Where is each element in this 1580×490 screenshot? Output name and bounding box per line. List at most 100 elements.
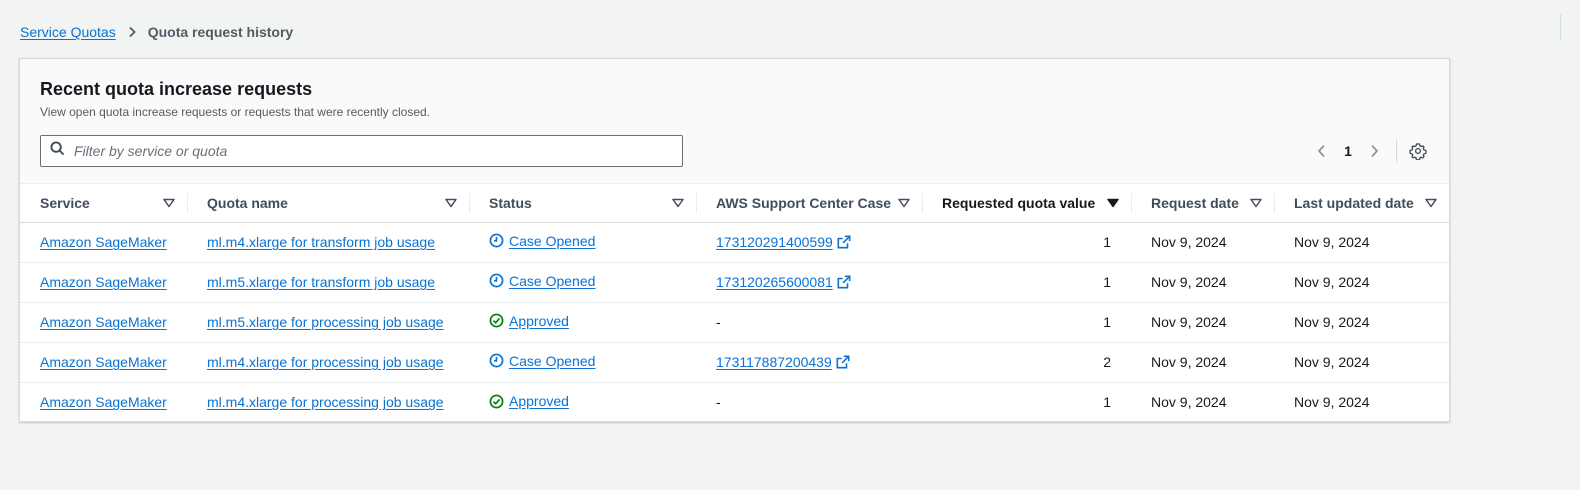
table-row: Amazon SageMaker ml.m5.xlarge for transfo…: [20, 261, 1449, 302]
cell-last-updated: Nov 9, 2024: [1274, 381, 1449, 422]
cell-quota-name: ml.m4.xlarge for transform job usage: [187, 222, 469, 262]
next-page-button[interactable]: [1362, 139, 1386, 163]
pagination: 1: [1310, 139, 1386, 163]
quota-name-link[interactable]: ml.m4.xlarge for processing job usage: [207, 354, 444, 370]
support-case-link[interactable]: 173120291400599: [716, 234, 833, 250]
support-case-empty: -: [716, 394, 721, 411]
external-link-icon[interactable]: [837, 235, 851, 249]
pager-divider: [1396, 139, 1397, 163]
sort-icon: [163, 198, 175, 207]
quota-name-link[interactable]: ml.m5.xlarge for transform job usage: [207, 274, 435, 290]
search-icon: [50, 141, 65, 161]
cell-service: Amazon SageMaker: [20, 261, 187, 302]
external-link-icon[interactable]: [836, 355, 850, 369]
request-date: Nov 9, 2024: [1151, 274, 1227, 290]
service-link[interactable]: Amazon SageMaker: [40, 314, 167, 330]
settings-gear-icon[interactable]: [1406, 139, 1430, 163]
cell-quota-name: ml.m5.xlarge for processing job usage: [187, 301, 469, 342]
last-updated-date: Nov 9, 2024: [1294, 234, 1370, 250]
service-link[interactable]: Amazon SageMaker: [40, 274, 167, 290]
status-link[interactable]: Case Opened: [509, 273, 595, 289]
column-header-requested-value[interactable]: Requested quota value: [922, 184, 1131, 223]
request-date: Nov 9, 2024: [1151, 394, 1227, 411]
table-row: Amazon SageMaker ml.m4.xlarge for process…: [20, 341, 1449, 382]
clock-icon: [489, 273, 504, 288]
cell-last-updated: Nov 9, 2024: [1274, 261, 1449, 302]
status-link[interactable]: Case Opened: [509, 233, 595, 249]
column-header-request-date[interactable]: Request date: [1131, 184, 1274, 223]
cell-request-date: Nov 9, 2024: [1131, 341, 1274, 382]
right-edge-divider: [1560, 14, 1561, 40]
cell-request-date: Nov 9, 2024: [1131, 381, 1274, 422]
cell-service: Amazon SageMaker: [20, 222, 187, 262]
sort-icon: [445, 198, 457, 207]
request-date: Nov 9, 2024: [1151, 354, 1227, 370]
search-input[interactable]: [74, 137, 682, 165]
panel-description: View open quota increase requests or req…: [40, 105, 430, 119]
status-link[interactable]: Approved: [509, 313, 569, 329]
cell-requested-value: 1: [922, 222, 1131, 262]
column-header-last-updated[interactable]: Last updated date: [1274, 184, 1449, 223]
cell-status: Case Opened: [469, 222, 696, 262]
table-row: Amazon SageMaker ml.m4.xlarge for process…: [20, 381, 1449, 422]
requested-value: 1: [1103, 234, 1111, 250]
service-link[interactable]: Amazon SageMaker: [40, 234, 167, 250]
page-number[interactable]: 1: [1334, 143, 1362, 159]
search-box: [40, 135, 683, 167]
requested-value: 1: [1103, 274, 1111, 290]
table-header-row: Service Quota name Status AWS Support Ce…: [20, 184, 1449, 223]
cell-requested-value: 1: [922, 381, 1131, 422]
previous-page-button[interactable]: [1310, 139, 1334, 163]
quota-name-link[interactable]: ml.m4.xlarge for processing job usage: [207, 394, 444, 410]
sort-icon: [898, 198, 910, 207]
column-header-support-case[interactable]: AWS Support Center Case: [696, 184, 922, 223]
breadcrumb-service-quotas-link[interactable]: Service Quotas: [20, 24, 116, 40]
last-updated-date: Nov 9, 2024: [1294, 274, 1370, 290]
cell-requested-value: 1: [922, 301, 1131, 342]
column-header-status[interactable]: Status: [469, 184, 696, 223]
sort-icon: [1425, 198, 1437, 207]
status-link[interactable]: Case Opened: [509, 353, 595, 369]
cell-service: Amazon SageMaker: [20, 381, 187, 422]
cell-support-case: 173120265600081: [696, 261, 922, 302]
check-circle-icon: [489, 313, 504, 328]
quota-name-link[interactable]: ml.m5.xlarge for processing job usage: [207, 314, 444, 330]
support-case-link[interactable]: 173117887200439: [716, 354, 832, 370]
cell-status: Approved: [469, 381, 696, 422]
panel-header: Recent quota increase requests View open…: [20, 59, 1449, 184]
clock-icon: [489, 233, 504, 248]
external-link-icon[interactable]: [837, 275, 851, 289]
cell-status: Case Opened: [469, 341, 696, 382]
cell-support-case: -: [696, 381, 922, 422]
column-header-quota-name[interactable]: Quota name: [187, 184, 469, 223]
service-link[interactable]: Amazon SageMaker: [40, 394, 167, 410]
cell-last-updated: Nov 9, 2024: [1274, 341, 1449, 382]
cell-requested-value: 2: [922, 341, 1131, 382]
clock-icon: [489, 353, 504, 368]
support-case-empty: -: [716, 314, 721, 330]
service-link[interactable]: Amazon SageMaker: [40, 354, 167, 370]
column-header-service[interactable]: Service: [20, 184, 187, 223]
last-updated-date: Nov 9, 2024: [1294, 354, 1370, 370]
cell-request-date: Nov 9, 2024: [1131, 222, 1274, 262]
cell-support-case: -: [696, 301, 922, 342]
table-row: Amazon SageMaker ml.m4.xlarge for transfo…: [20, 222, 1449, 262]
cell-request-date: Nov 9, 2024: [1131, 301, 1274, 342]
request-date: Nov 9, 2024: [1151, 314, 1227, 330]
cell-quota-name: ml.m4.xlarge for processing job usage: [187, 341, 469, 382]
table-row: Amazon SageMaker ml.m5.xlarge for process…: [20, 301, 1449, 342]
sort-icon: [672, 198, 684, 207]
chevron-right-icon: [1371, 144, 1379, 158]
status-link[interactable]: Approved: [509, 393, 569, 409]
cell-requested-value: 1: [922, 261, 1131, 302]
requests-table: Service Quota name Status AWS Support Ce…: [20, 184, 1449, 422]
support-case-link[interactable]: 173120265600081: [716, 274, 833, 290]
cell-support-case: 173120291400599: [696, 222, 922, 262]
sort-descending-icon: [1107, 198, 1119, 207]
requested-value: 1: [1103, 314, 1111, 330]
cell-last-updated: Nov 9, 2024: [1274, 222, 1449, 262]
cell-service: Amazon SageMaker: [20, 301, 187, 342]
cell-status: Case Opened: [469, 261, 696, 302]
cell-service: Amazon SageMaker: [20, 341, 187, 382]
quota-name-link[interactable]: ml.m4.xlarge for transform job usage: [207, 234, 435, 250]
